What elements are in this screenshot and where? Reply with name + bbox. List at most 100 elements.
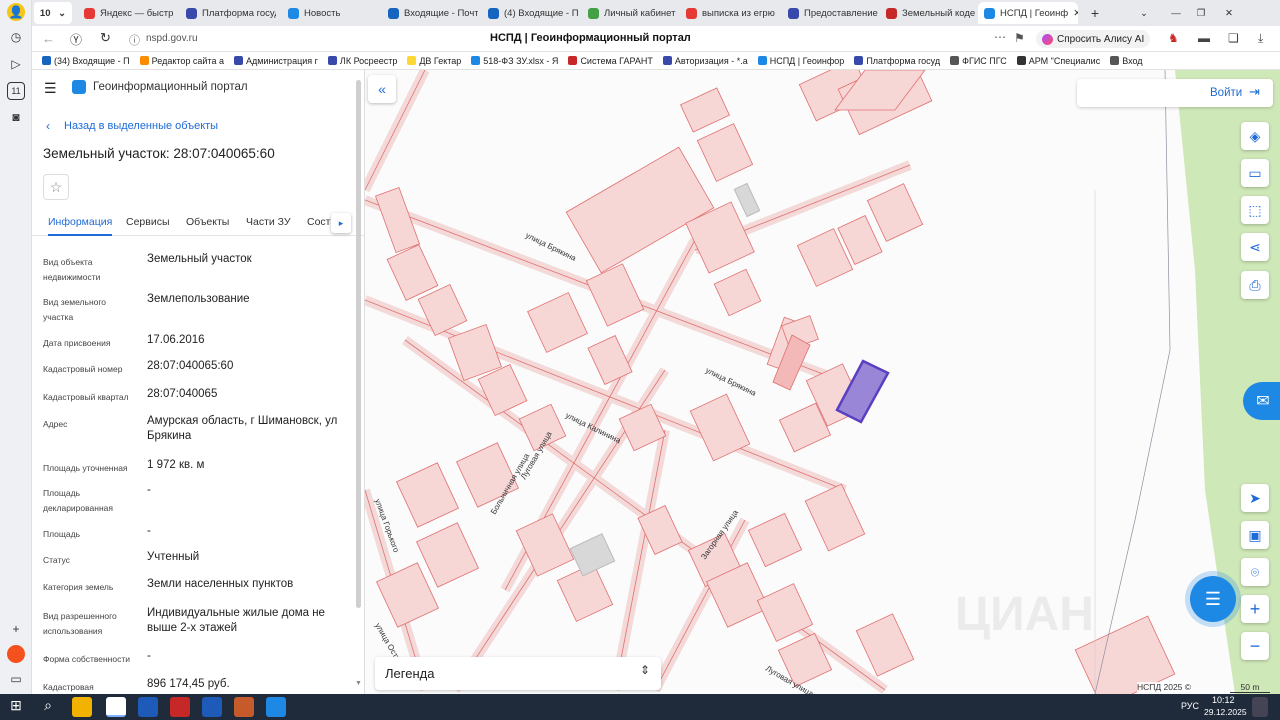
browser-tab[interactable]: (4) Входящие - П	[482, 2, 578, 24]
close-window-icon[interactable]: ✕	[1222, 2, 1236, 24]
hamburger-menu-icon[interactable]: ☰	[44, 80, 57, 97]
browser-tab[interactable]: Яндекс — быстр	[78, 2, 174, 24]
url-text[interactable]: nspd.gov.ru	[146, 33, 198, 44]
tabs-scroll-right-icon[interactable]: ▸	[331, 213, 351, 233]
bookmark-item[interactable]: 518-ФЗ ЗУ.xlsx - Я	[471, 56, 558, 66]
bookmark-item[interactable]: Редактор сайта а	[139, 56, 224, 66]
scroll-down-icon[interactable]: ▼	[355, 680, 362, 687]
bookmark-item[interactable]: Система ГАРАНТ	[568, 56, 653, 66]
favorite-star-icon[interactable]: ☆	[43, 174, 69, 200]
clock-time[interactable]: 10:12	[1212, 695, 1235, 705]
chevron-left-icon[interactable]: ‹	[46, 119, 50, 133]
field-label: Вид земельного участка	[43, 297, 107, 322]
field-label: Площадь	[43, 529, 81, 539]
ruler-icon[interactable]: ▭	[1241, 159, 1269, 187]
login-button[interactable]: Войти	[1210, 87, 1242, 99]
tab-favicon-icon	[788, 7, 799, 19]
close-tab-icon[interactable]: ✕	[1073, 8, 1078, 19]
alice-icon[interactable]	[7, 645, 25, 663]
app2-icon[interactable]	[234, 697, 254, 717]
field-label: Площадь уточненная	[43, 463, 128, 473]
locate-icon[interactable]: ➤	[1241, 484, 1269, 512]
back-icon[interactable]: ←	[42, 31, 55, 46]
collapse-panel-button[interactable]: «	[368, 75, 396, 103]
browser-tab[interactable]: Входящие - Почт	[382, 2, 478, 24]
windows-start-icon[interactable]: ⊞	[6, 697, 26, 717]
legend-label: Легенда	[385, 666, 435, 681]
layers-icon[interactable]: ◈	[1241, 122, 1269, 150]
select-area-icon[interactable]: ⬚	[1241, 196, 1269, 224]
app-icon[interactable]	[138, 697, 158, 717]
location-pin-icon[interactable]: ⌾	[1241, 558, 1269, 586]
more-icon[interactable]: ⋯	[994, 30, 1006, 44]
map-canvas[interactable]: улица Брякинаулица Брякинаулица Калинина…	[365, 70, 1280, 694]
info-tab[interactable]: Части ЗУ	[246, 216, 291, 234]
bookmark-item[interactable]: Платформа госуд	[854, 56, 940, 66]
search-icon[interactable]: ⌕	[38, 697, 58, 717]
browser-tab[interactable]: выписка из егрю	[680, 2, 776, 24]
panel-scrollbar[interactable]	[356, 80, 361, 608]
new-tab-button[interactable]: +	[1086, 2, 1104, 24]
zoom-in-button[interactable]: +	[1241, 595, 1269, 623]
tab-counter[interactable]: 10 ⌄	[34, 2, 72, 24]
pdf-icon[interactable]	[170, 697, 190, 717]
collections-icon[interactable]: ❏	[1228, 31, 1239, 45]
bookmark-icon[interactable]: ⚑	[1014, 31, 1025, 45]
back-link[interactable]: Назад в выделенные объекты	[64, 120, 218, 132]
add-icon[interactable]: +	[7, 620, 25, 638]
minimize-icon[interactable]: —	[1169, 2, 1183, 24]
feedback-chat-icon[interactable]: ✉	[1243, 382, 1280, 420]
app3-icon[interactable]	[266, 697, 286, 717]
panel-toggle-icon[interactable]: ▭	[7, 670, 25, 688]
alice-button[interactable]: Спросить Алису AI	[1036, 30, 1151, 48]
field-value: Учтенный	[147, 551, 200, 563]
history-icon[interactable]: ◷	[7, 28, 25, 46]
cadastral-map[interactable]: улица Брякина улица Брякина улица Калинина…	[365, 70, 1280, 694]
minimap-icon[interactable]: ▣	[1241, 521, 1269, 549]
bookmark-item[interactable]: АРМ "Специалис	[1016, 56, 1100, 66]
browser-tab[interactable]: НСПД | Геоинф ✕	[978, 2, 1078, 24]
yandex-icon[interactable]: Ⓨ	[70, 31, 82, 48]
browser-tab[interactable]: Земельный коде	[880, 2, 976, 24]
extension-icon[interactable]: ♞	[1168, 31, 1179, 45]
zoom-out-button[interactable]: −	[1241, 632, 1269, 660]
bookmark-item[interactable]: ФГИС ПГС	[950, 56, 1007, 66]
browser-tab[interactable]: Новость	[282, 2, 378, 24]
print-icon[interactable]: ⎙	[1241, 271, 1269, 299]
camera-icon[interactable]: ◙	[7, 108, 25, 126]
reload-icon[interactable]: ↻	[100, 30, 111, 46]
bookmark-item[interactable]: ЛК Росреестр	[327, 56, 397, 66]
chat-assistant-icon[interactable]: ☰	[1190, 576, 1236, 622]
page-title: НСПД | Геоинформационный портал	[490, 32, 691, 44]
calendar-icon[interactable]: 11	[7, 82, 25, 100]
field-label: Вид разрешенного использования	[43, 611, 117, 636]
browser-tab[interactable]: Личный кабинет	[582, 2, 678, 24]
yandex-browser-icon[interactable]	[106, 697, 126, 717]
restore-icon[interactable]: ❐	[1194, 2, 1208, 24]
word-icon[interactable]	[202, 697, 222, 717]
play-icon[interactable]: ▷	[7, 55, 25, 73]
bookmark-item[interactable]: Авторизация - *.а	[662, 56, 748, 66]
notifications-icon[interactable]	[1252, 697, 1268, 717]
bookmark-item[interactable]: НСПД | Геоинфор	[757, 56, 844, 66]
clock-date[interactable]: 29.12.2025	[1204, 707, 1247, 717]
share-icon[interactable]: ⋖	[1241, 233, 1269, 261]
field-label: Категория земель	[43, 582, 114, 592]
info-tab[interactable]: Информация	[48, 216, 113, 236]
explorer-icon[interactable]	[72, 697, 92, 717]
bookmark-item[interactable]: (34) Входящие - П	[42, 56, 130, 66]
info-tab[interactable]: Сервисы	[126, 216, 170, 234]
site-info-icon[interactable]: ⓘ	[129, 32, 140, 48]
bookmark-item[interactable]: ДВ Гектар	[407, 56, 461, 66]
browser-tab[interactable]: Предоставление	[782, 2, 878, 24]
browser-tab[interactable]: Платформа госуд	[180, 2, 276, 24]
legend-panel[interactable]: Легенда ⇕	[375, 657, 661, 690]
downloads-icon[interactable]: ▬	[1198, 31, 1210, 45]
tabs-menu-icon[interactable]: ⌄	[1137, 2, 1151, 24]
bookmark-item[interactable]: Вход	[1110, 56, 1143, 66]
language-indicator[interactable]: РУС	[1181, 701, 1199, 711]
bookmark-item[interactable]: Администрация г	[233, 56, 318, 66]
profile-avatar-icon[interactable]: 👤	[7, 3, 25, 21]
info-tab[interactable]: Объекты	[186, 216, 229, 234]
download-arrow-icon[interactable]: ⤓	[1258, 31, 1263, 46]
